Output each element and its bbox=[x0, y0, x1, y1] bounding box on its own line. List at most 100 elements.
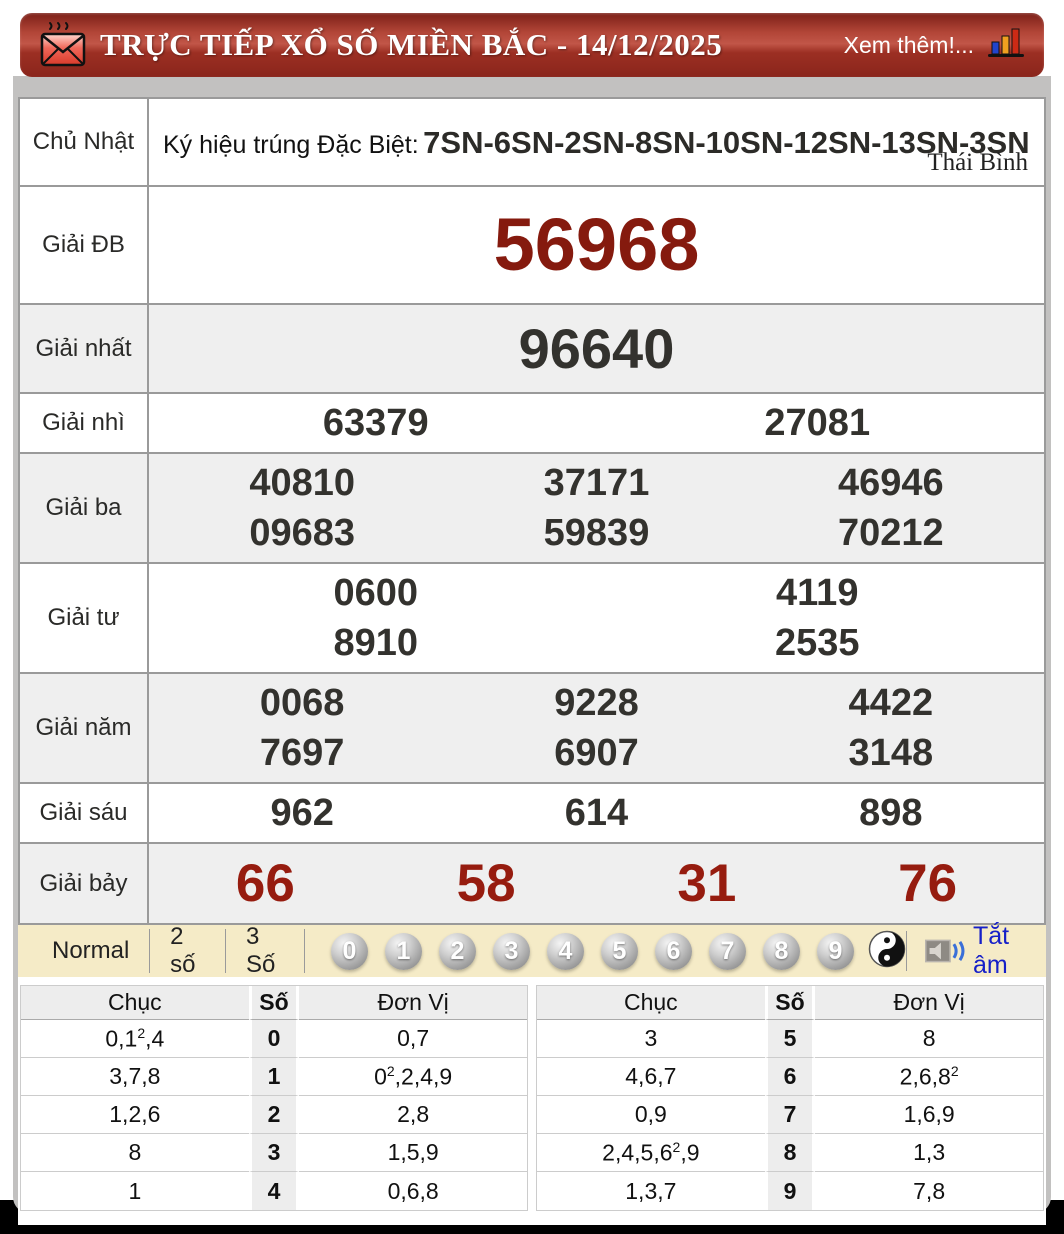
bar-chart-icon[interactable] bbox=[986, 26, 1026, 65]
day-sign-row: Chủ Nhật Ký hiệu trúng Đặc Biệt: 7SN-6SN… bbox=[18, 97, 1046, 187]
yin-yang-icon[interactable] bbox=[868, 930, 906, 973]
units-cell: 7,8 bbox=[913, 1177, 946, 1204]
summary-header: Đơn Vị bbox=[815, 986, 1043, 1020]
summary-header: Chục bbox=[21, 986, 249, 1020]
summary-row: 4,6,7 6 2,6,82 bbox=[537, 1058, 1043, 1096]
header-bar: TRỰC TIẾP XỔ SỐ MIỀN BẮC - 14/12/2025 Xe… bbox=[20, 13, 1044, 77]
divider bbox=[905, 931, 908, 971]
prize-number: 59839 bbox=[543, 512, 650, 554]
prize-label: Giải ba bbox=[18, 452, 149, 564]
prize-number: 9228 bbox=[554, 682, 639, 724]
summary-table-5-9: Chục Số Đơn Vị 3 5 8 4,6,7 6 2,6,82 0,9 7 1,6,9 2,4,… bbox=[536, 985, 1044, 1211]
day-label: Chủ Nhật bbox=[18, 97, 149, 187]
digit-ball-9[interactable]: 9 bbox=[816, 932, 854, 970]
units-cell: 8 bbox=[815, 1020, 1043, 1058]
digit-ball-1[interactable]: 1 bbox=[384, 932, 422, 970]
tens-cell: 1,3,7 bbox=[625, 1177, 677, 1204]
prize-values: 40810 37171 46946 09683 59839 70212 bbox=[147, 452, 1046, 564]
summary-row: 358 bbox=[537, 1020, 1043, 1058]
digit-ball-strip: 0123456789 bbox=[330, 932, 854, 970]
units-cell: 1,5,9 bbox=[299, 1134, 527, 1172]
prize-number: 2535 bbox=[774, 622, 860, 664]
special-sign-cell: Ký hiệu trúng Đặc Biệt: 7SN-6SN-2SN-8SN-… bbox=[147, 97, 1046, 187]
prize-number: 27081 bbox=[764, 402, 871, 444]
page-title: TRỰC TIẾP XỔ SỐ MIỀN BẮC - 14/12/2025 bbox=[100, 27, 723, 62]
prize-number: 09683 bbox=[249, 512, 355, 554]
prize-row: Giải ĐB 56968 bbox=[18, 185, 1046, 305]
digit-ball-0[interactable]: 0 bbox=[330, 932, 368, 970]
prize-values: 0068 9228 4422 7697 6907 3148 bbox=[147, 672, 1046, 784]
summary-row: 1,2,6 2 2,8 bbox=[21, 1096, 527, 1134]
prize-number: 614 bbox=[564, 792, 629, 834]
mode-2-digits[interactable]: 2 số bbox=[150, 923, 225, 979]
digit-cell: 3 bbox=[248, 1134, 300, 1172]
control-bar: Normal 2 số 3 Số 0123456789 Tắt âm bbox=[18, 922, 1046, 980]
mode-3-digits[interactable]: 3 Số bbox=[226, 923, 304, 979]
summary-header: Số bbox=[764, 986, 816, 1020]
tens-cell: 0,9 bbox=[537, 1096, 765, 1134]
tens-cell: 1,2,6 bbox=[21, 1096, 249, 1134]
summary-row: 1 4 0,6,8 bbox=[21, 1172, 527, 1210]
special-sign-label: Ký hiệu trúng Đặc Biệt: bbox=[163, 131, 419, 159]
units-cell: 0,6,8 bbox=[387, 1177, 439, 1204]
prize-number: 46946 bbox=[837, 462, 944, 504]
digit-cell: 7 bbox=[764, 1096, 816, 1134]
prize-values: 63379 27081 bbox=[147, 392, 1046, 454]
digit-ball-4[interactable]: 4 bbox=[546, 932, 584, 970]
digit-ball-2[interactable]: 2 bbox=[438, 932, 476, 970]
digit-ball-5[interactable]: 5 bbox=[600, 932, 638, 970]
prize-number: 56968 bbox=[493, 203, 700, 286]
digit-cell: 2 bbox=[248, 1096, 300, 1134]
summary-header: Đơn Vị bbox=[299, 986, 527, 1020]
digit-cell: 5 bbox=[764, 1020, 816, 1058]
prize-row: Giải nhì 63379 27081 bbox=[18, 392, 1046, 454]
prize-number: 4422 bbox=[848, 682, 934, 724]
lottery-widget: TRỰC TIẾP XỔ SỐ MIỀN BẮC - 14/12/2025 Xe… bbox=[0, 0, 1064, 1234]
prize-row: Giải ba 40810 37171 46946 09683 59839 70212 bbox=[18, 452, 1046, 564]
tens-cell: 3 bbox=[537, 1020, 765, 1058]
prize-number: 37171 bbox=[543, 462, 650, 504]
prize-number: 0068 bbox=[259, 682, 345, 724]
digit-cell: 4 bbox=[248, 1172, 300, 1210]
prize-label: Giải ĐB bbox=[18, 185, 149, 305]
units-cell: 0,7 bbox=[299, 1020, 527, 1058]
province-name: Thái Bình bbox=[927, 149, 1028, 176]
digit-ball-3[interactable]: 3 bbox=[492, 932, 530, 970]
prize-number: 7697 bbox=[259, 732, 345, 774]
summary-row: 2,4,5,62,9 8 1,3 bbox=[537, 1134, 1043, 1172]
prize-number: 70212 bbox=[837, 512, 944, 554]
prize-row: Giải bảy 66 58 31 76 bbox=[18, 842, 1046, 925]
prize-label: Giải sáu bbox=[18, 782, 149, 844]
prize-label: Giải năm bbox=[18, 672, 149, 784]
summary-row: 8 3 1,5,9 bbox=[21, 1134, 527, 1172]
digit-ball-6[interactable]: 6 bbox=[654, 932, 692, 970]
digit-ball-7[interactable]: 7 bbox=[708, 932, 746, 970]
prize-number: 40810 bbox=[249, 462, 355, 504]
prize-number: 898 bbox=[859, 792, 923, 834]
prize-number: 3148 bbox=[848, 732, 934, 774]
prize-row: Giải tư 0600 4119 8910 2535 bbox=[18, 562, 1046, 674]
prize-values: 56968 bbox=[147, 185, 1046, 305]
tens-cell: 0,12,4 bbox=[21, 1020, 249, 1058]
digit-cell: 1 bbox=[248, 1058, 300, 1096]
digit-ball-8[interactable]: 8 bbox=[762, 932, 800, 970]
tens-cell: 8 bbox=[21, 1134, 249, 1172]
speaker-icon bbox=[925, 939, 965, 963]
see-more-link[interactable]: Xem thêm!... bbox=[844, 32, 974, 59]
digit-cell: 8 bbox=[764, 1134, 816, 1172]
digit-summary-zone: Chục Số Đơn Vị 0,12,4 0 0,7 3,7,8 1 02,2,4,9 1,2,… bbox=[18, 977, 1046, 1225]
mode-normal[interactable]: Normal bbox=[32, 937, 149, 965]
prize-values: 66 58 31 76 bbox=[147, 842, 1046, 925]
tens-cell: 4,6,7 bbox=[537, 1058, 765, 1096]
prize-row: Giải nhất 96640 bbox=[18, 303, 1046, 394]
units-cell: 1,6,9 bbox=[815, 1096, 1043, 1134]
prize-number: 63379 bbox=[322, 402, 429, 444]
prize-number: 0600 bbox=[333, 572, 419, 614]
tens-cell: 2,4,5,62,9 bbox=[537, 1134, 765, 1172]
units-cell: 1,3 bbox=[815, 1134, 1043, 1172]
digit-cell: 0 bbox=[248, 1020, 300, 1058]
results-panel: Chủ Nhật Ký hiệu trúng Đặc Biệt: 7SN-6SN… bbox=[13, 76, 1051, 1225]
prize-row: Giải sáu 962 614 898 bbox=[18, 782, 1046, 844]
prize-row: Giải năm 0068 9228 4422 7697 6907 3148 bbox=[18, 672, 1046, 784]
mute-button[interactable]: Tắt âm bbox=[925, 922, 1032, 980]
